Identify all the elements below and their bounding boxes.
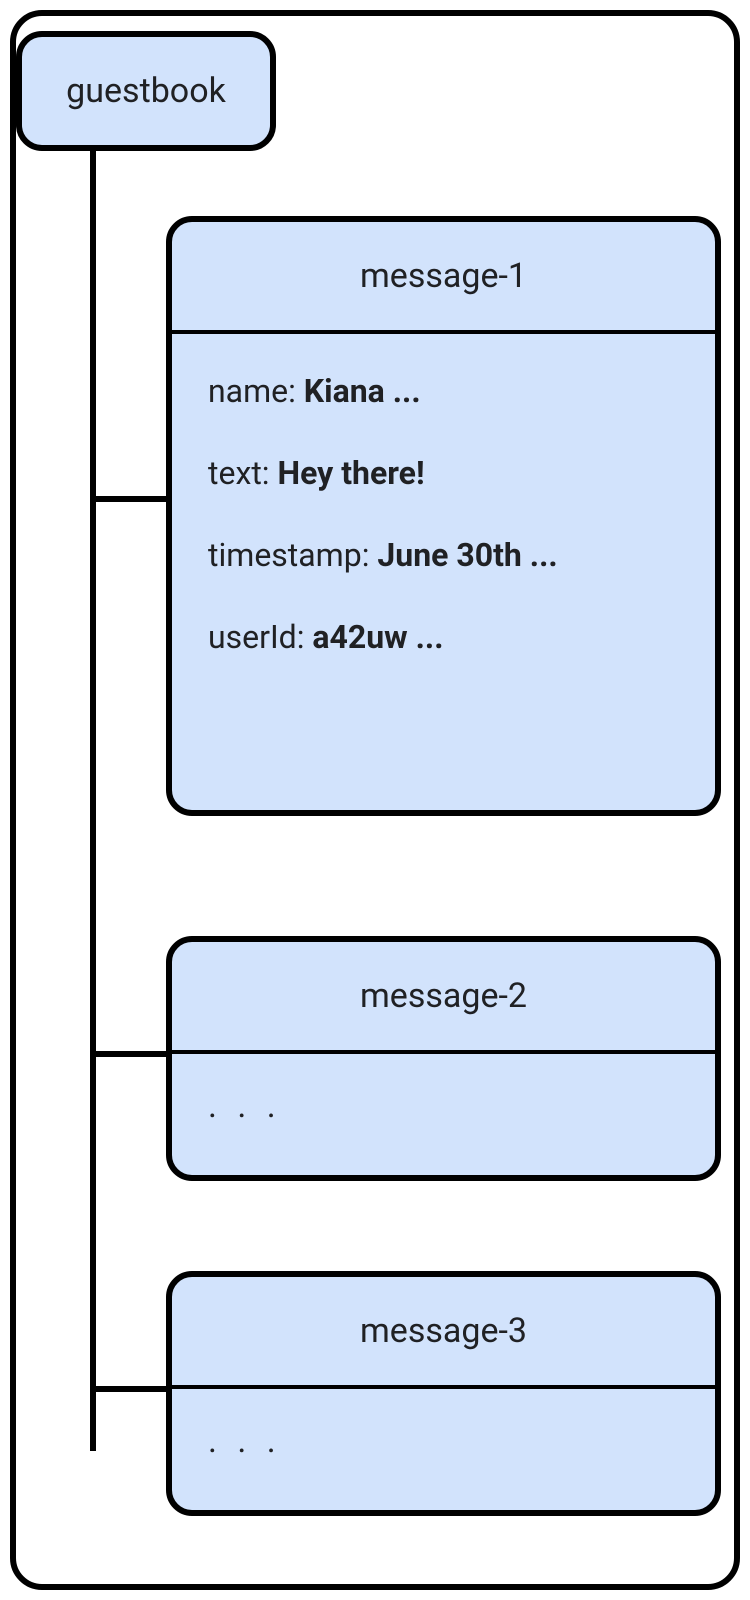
field-row: timestamp: June 30th ... [208, 536, 679, 574]
field-key-name: name [208, 372, 288, 410]
field-row: name: Kiana ... [208, 372, 679, 410]
connector-horizontal-3 [90, 1386, 170, 1392]
document-node-2: message-2 . . . [166, 936, 721, 1181]
collection-node: guestbook [16, 31, 276, 151]
connector-horizontal-1 [90, 496, 170, 502]
field-value-timestamp: June 30th ... [377, 536, 557, 574]
field-value-text: Hey there! [277, 454, 424, 492]
document-header-3: message-3 [172, 1277, 715, 1389]
field-value-name: Kiana ... [304, 372, 421, 410]
field-key-text: text [208, 454, 262, 492]
field-row: text: Hey there! [208, 454, 679, 492]
connector-vertical [90, 151, 96, 1451]
collection-label: guestbook [66, 71, 226, 111]
document-body-1: name: Kiana ... text: Hey there! timesta… [172, 334, 715, 694]
document-title-3: message-3 [360, 1311, 527, 1351]
document-header-1: message-1 [172, 222, 715, 334]
field-row: userId: a42uw ... [208, 618, 679, 656]
ellipsis-text: . . . [208, 1086, 282, 1126]
document-node-1: message-1 name: Kiana ... text: Hey ther… [166, 216, 721, 816]
document-body-2: . . . [172, 1054, 715, 1162]
field-key-userid: userId [208, 618, 297, 656]
field-value-userid: a42uw ... [312, 618, 443, 656]
document-body-3: . . . [172, 1389, 715, 1497]
document-title-2: message-2 [360, 976, 527, 1016]
document-title-1: message-1 [360, 256, 527, 296]
ellipsis-text: . . . [208, 1421, 282, 1461]
document-node-3: message-3 . . . [166, 1271, 721, 1516]
field-key-timestamp: timestamp [208, 536, 362, 574]
diagram-frame: guestbook message-1 name: Kiana ... text… [10, 10, 740, 1590]
document-header-2: message-2 [172, 942, 715, 1054]
connector-horizontal-2 [90, 1051, 170, 1057]
